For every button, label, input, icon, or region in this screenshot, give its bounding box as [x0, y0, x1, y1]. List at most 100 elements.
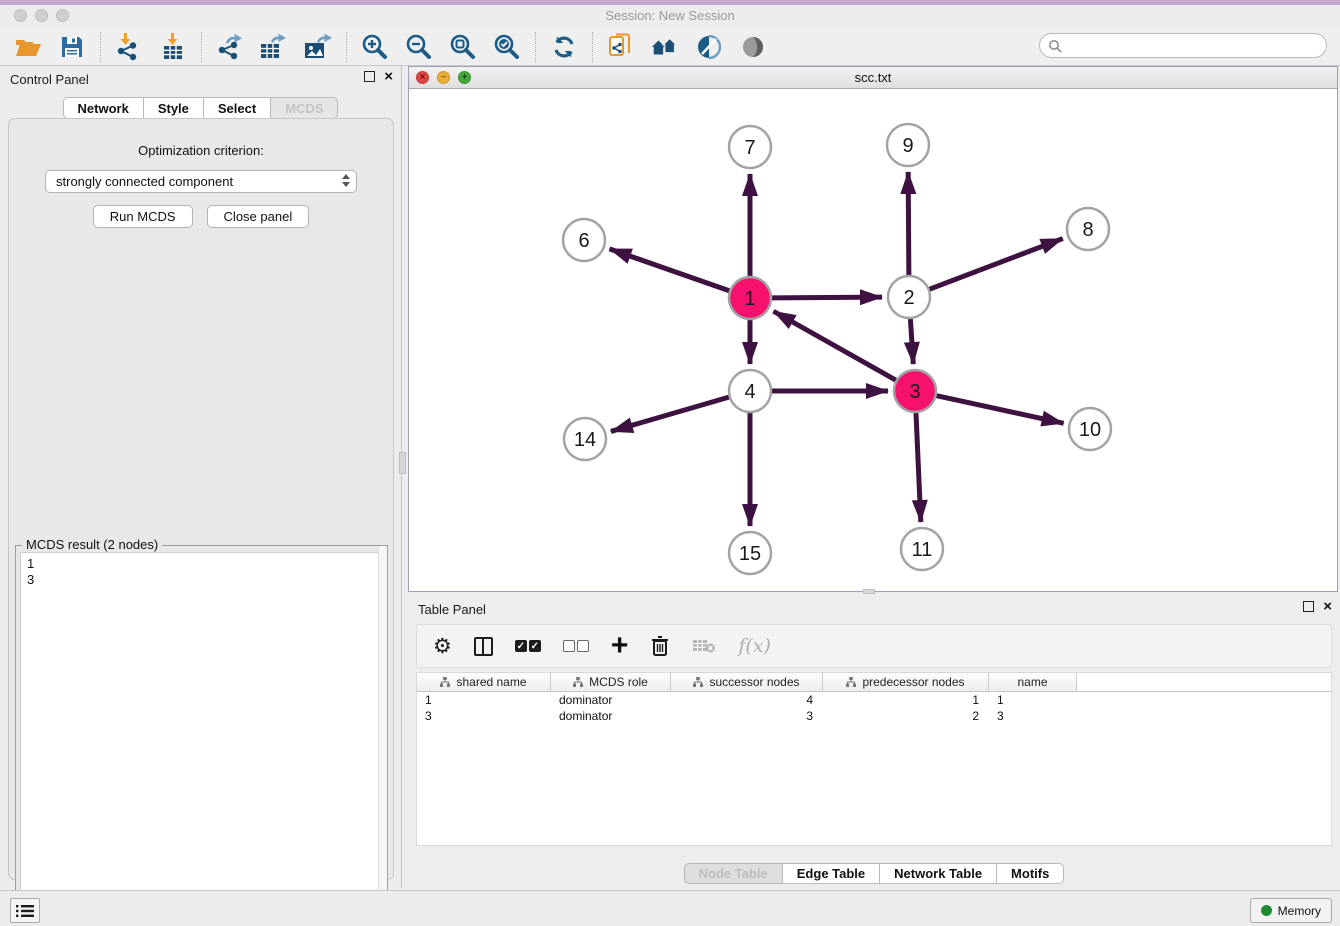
- node-label-10: 10: [1079, 419, 1101, 441]
- zoom-out-icon[interactable]: [404, 32, 434, 62]
- first-neighbors-icon[interactable]: [650, 32, 680, 62]
- node-table-body: 1dominator4113dominator323: [417, 692, 1331, 724]
- table-cell: 1: [989, 692, 1077, 708]
- table-cell: 4: [671, 692, 823, 708]
- mcds-result-textarea[interactable]: 1 3: [20, 552, 383, 919]
- zoom-in-icon[interactable]: [360, 32, 390, 62]
- network-view-window: × − + scc.txt 7968124314101511: [408, 66, 1338, 592]
- tab-mcds[interactable]: MCDS: [271, 97, 338, 119]
- control-panel-tabs: Network Style Select MCDS: [0, 97, 401, 119]
- tab-network-table[interactable]: Network Table: [880, 863, 997, 884]
- node-label-14: 14: [574, 429, 596, 451]
- mcds-tab-content: Optimization criterion: strongly connect…: [8, 118, 394, 880]
- float-table-panel-icon[interactable]: [1303, 601, 1314, 612]
- table-panel: Table Panel × ⚙ ✓✓ + f(x) shared nameMCD…: [408, 596, 1340, 888]
- edge-1-6[interactable]: [609, 249, 729, 291]
- mcds-result-title: MCDS result (2 nodes): [22, 537, 162, 552]
- edge-2-3[interactable]: [910, 319, 913, 364]
- run-mcds-button[interactable]: Run MCDS: [93, 205, 193, 228]
- tab-node-table[interactable]: Node Table: [684, 863, 783, 884]
- network-window-title: scc.txt: [409, 70, 1337, 85]
- node-label-9: 9: [902, 135, 913, 157]
- close-panel-icon[interactable]: ×: [384, 71, 393, 82]
- application-window: Session: New Session: [0, 0, 1340, 926]
- mcds-result-group: MCDS result (2 nodes) 1 3: [15, 545, 388, 924]
- table-cell: 3: [671, 708, 823, 724]
- sort-icon: [693, 677, 703, 687]
- optimization-criterion-label: Optimization criterion:: [9, 143, 393, 158]
- float-panel-icon[interactable]: [364, 71, 375, 82]
- edge-3-1[interactable]: [774, 311, 896, 380]
- edge-2-8[interactable]: [930, 239, 1063, 290]
- optimization-criterion-select[interactable]: strongly connected component: [45, 170, 357, 193]
- delete-table-icon-disabled: [692, 631, 716, 661]
- memory-status-icon: [1261, 905, 1272, 916]
- save-session-icon[interactable]: [57, 32, 87, 62]
- column-header-predecessor-nodes[interactable]: predecessor nodes: [823, 673, 989, 691]
- table-panel-tabs: Node Table Edge Table Network Table Moti…: [408, 863, 1340, 884]
- table-panel-title: Table Panel: [418, 602, 486, 617]
- task-history-button[interactable]: [10, 898, 40, 923]
- table-options-icon[interactable]: ⚙: [433, 631, 452, 661]
- sort-icon: [846, 677, 856, 687]
- edge-1-2[interactable]: [772, 297, 882, 298]
- export-network-icon[interactable]: [215, 32, 245, 62]
- network-resize-grip[interactable]: [863, 589, 875, 594]
- tab-style[interactable]: Style: [144, 97, 204, 119]
- tab-motifs[interactable]: Motifs: [997, 863, 1064, 884]
- export-table-icon[interactable]: [259, 32, 289, 62]
- select-all-icon[interactable]: ✓✓: [515, 631, 541, 661]
- zoom-selected-icon[interactable]: [492, 32, 522, 62]
- node-label-6: 6: [578, 230, 589, 252]
- node-label-4: 4: [744, 381, 755, 403]
- control-panel: Control Panel × Network Style Select MCD…: [0, 66, 402, 888]
- edge-3-11[interactable]: [916, 413, 921, 522]
- edge-4-14[interactable]: [611, 397, 729, 431]
- search-input[interactable]: [1039, 33, 1327, 58]
- tab-edge-table[interactable]: Edge Table: [783, 863, 880, 884]
- delete-columns-icon[interactable]: [650, 631, 670, 661]
- clone-network-icon[interactable]: [606, 32, 636, 62]
- main-toolbar: [0, 28, 1340, 66]
- clear-selection-icon[interactable]: [563, 631, 589, 661]
- import-table-icon[interactable]: [158, 32, 188, 62]
- show-hide-graphics-icon[interactable]: [738, 32, 768, 62]
- table-cell: dominator: [551, 692, 671, 708]
- column-header-name[interactable]: name: [989, 673, 1077, 691]
- zoom-fit-icon[interactable]: [448, 32, 478, 62]
- network-window-titlebar[interactable]: × − + scc.txt: [409, 67, 1337, 89]
- column-header-shared-name[interactable]: shared name: [417, 673, 551, 691]
- status-bar: Memory: [0, 890, 1340, 926]
- import-network-icon[interactable]: [114, 32, 144, 62]
- panel-divider-grip[interactable]: [399, 452, 406, 474]
- header-filler: [1077, 673, 1331, 691]
- table-row[interactable]: 1dominator411: [417, 692, 1331, 708]
- open-folder-icon[interactable]: [13, 32, 43, 62]
- table-cell: 1: [417, 692, 551, 708]
- edge-3-10[interactable]: [936, 396, 1063, 424]
- result-scrollbar[interactable]: [378, 546, 387, 923]
- tab-network[interactable]: Network: [63, 97, 144, 119]
- memory-button[interactable]: Memory: [1250, 898, 1332, 923]
- style-annotations-icon[interactable]: [694, 32, 724, 62]
- close-table-panel-icon[interactable]: ×: [1323, 601, 1332, 612]
- node-table-header: shared nameMCDS rolesuccessor nodesprede…: [417, 673, 1331, 692]
- table-row[interactable]: 3dominator323: [417, 708, 1331, 724]
- node-label-2: 2: [903, 287, 914, 309]
- edge-2-9[interactable]: [908, 172, 909, 275]
- refresh-icon[interactable]: [549, 32, 579, 62]
- table-cell: dominator: [551, 708, 671, 724]
- column-header-MCDS-role[interactable]: MCDS role: [551, 673, 671, 691]
- network-graph[interactable]: 7968124314101511: [409, 89, 1337, 591]
- tab-select[interactable]: Select: [204, 97, 271, 119]
- node-label-3: 3: [909, 381, 920, 403]
- node-label-8: 8: [1082, 219, 1093, 241]
- show-columns-icon[interactable]: [474, 631, 493, 661]
- add-column-icon[interactable]: +: [611, 631, 629, 661]
- close-panel-button[interactable]: Close panel: [207, 205, 310, 228]
- export-image-icon[interactable]: [303, 32, 333, 62]
- list-icon: [16, 904, 34, 918]
- column-header-successor-nodes[interactable]: successor nodes: [671, 673, 823, 691]
- selected-criterion: strongly connected component: [56, 174, 233, 189]
- titlebar[interactable]: Session: New Session: [0, 5, 1340, 28]
